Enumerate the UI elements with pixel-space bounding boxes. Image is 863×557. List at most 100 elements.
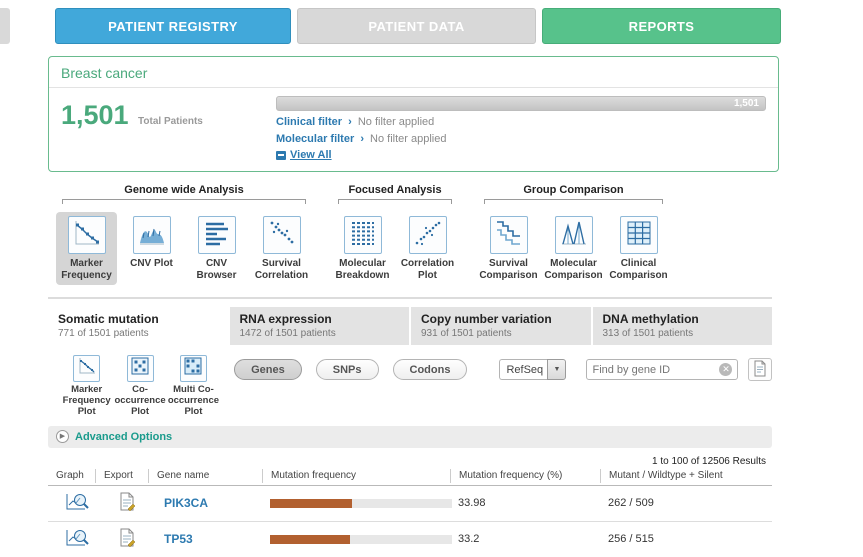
molecular-filter-value: No filter applied	[370, 133, 446, 145]
table-header-row: Graph Export Gene name Mutation frequenc…	[48, 467, 772, 486]
molecular-filter-link[interactable]: Molecular filter	[276, 133, 354, 145]
section-divider	[48, 297, 772, 299]
tool-multi-co-occurrence-plot[interactable]: Multi Co-occurrence Plot	[167, 355, 220, 418]
mini-tool-label: Multi Co-occurrence Plot	[167, 385, 220, 418]
tab-patient-data[interactable]: PATIENT DATA	[297, 8, 536, 44]
gene-link[interactable]: TP53	[148, 532, 262, 546]
column-gene-name: Gene name	[148, 469, 262, 483]
tool-label: CNV Browser	[187, 258, 246, 281]
group-group-comparison: Group Comparison Survival Comparison Mol…	[478, 184, 669, 285]
tab-patient-registry-label: PATIENT REGISTRY	[108, 19, 238, 34]
tab-reports-label: REPORTS	[629, 19, 695, 34]
row-graph-button[interactable]	[58, 528, 95, 551]
clinical-filter-link[interactable]: Clinical filter	[276, 116, 342, 128]
advanced-options-toggle[interactable]: ▶ Advanced Options	[48, 426, 772, 448]
data-tab-title: Somatic mutation	[58, 312, 218, 326]
group-bracket	[338, 199, 452, 204]
column-mutation-frequency: Mutation frequency	[262, 469, 450, 483]
row-export-button[interactable]	[105, 528, 148, 550]
cnv-browser-icon	[202, 218, 232, 253]
chevron-right-icon: ›	[348, 116, 352, 128]
tool-molecular-breakdown[interactable]: Molecular Breakdown	[332, 212, 393, 285]
tool-marker-frequency-plot[interactable]: Marker Frequency Plot	[60, 355, 113, 418]
mutant-wildtype-ratio: 262 / 509	[600, 497, 772, 509]
gene-link[interactable]: PIK3CA	[148, 496, 262, 510]
mutation-frequency-bar	[270, 499, 452, 508]
refseq-dropdown-value: RefSeq	[499, 359, 547, 380]
cnv-plot-icon	[137, 218, 167, 253]
tool-label: Clinical Comparison	[609, 258, 668, 281]
table-row: PIK3CA 33.98 262 / 509	[48, 486, 772, 522]
tool-clinical-comparison[interactable]: Clinical Comparison	[608, 212, 669, 285]
mutation-frequency-pct: 33.98	[450, 497, 600, 509]
group-label: Group Comparison	[478, 184, 669, 196]
tool-label: Survival Comparison	[479, 258, 538, 281]
gene-search-input[interactable]	[592, 364, 719, 376]
top-tab-bar: PATIENT REGISTRY PATIENT DATA REPORTS	[0, 0, 863, 46]
group-label: Focused Analysis	[332, 184, 458, 196]
tool-label: Survival Correlation	[252, 258, 311, 281]
chart-magnifier-icon	[65, 500, 89, 515]
tool-label: CNV Plot	[122, 258, 181, 270]
view-all-row: View All	[276, 149, 766, 161]
column-export: Export	[95, 469, 148, 483]
tool-cnv-plot[interactable]: CNV Plot	[121, 212, 182, 285]
total-patients-label: Total Patients	[138, 116, 203, 127]
tool-marker-frequency[interactable]: Marker Frequency	[56, 212, 117, 285]
window-icon	[276, 151, 286, 160]
mini-tool-label: Marker Frequency Plot	[60, 385, 113, 418]
mutant-wildtype-ratio: 256 / 515	[600, 533, 772, 545]
tool-co-occurrence-plot[interactable]: Co-occurrence Plot	[113, 355, 166, 418]
tool-survival-comparison[interactable]: Survival Comparison	[478, 212, 539, 285]
clear-search-icon[interactable]: ✕	[719, 363, 732, 376]
refseq-dropdown[interactable]: RefSeq ▼	[499, 359, 566, 380]
view-all-link[interactable]: View All	[290, 149, 332, 161]
group-label: Genome wide Analysis	[56, 184, 312, 196]
chart-magnifier-icon	[65, 536, 89, 551]
data-tab-title: Copy number variation	[421, 312, 581, 326]
advanced-options-label: Advanced Options	[75, 431, 172, 443]
molecular-breakdown-icon	[348, 218, 378, 253]
export-results-button[interactable]	[748, 358, 772, 381]
clinical-filter-row: Clinical filter › No filter applied	[276, 116, 766, 128]
survival-comparison-icon	[494, 218, 524, 253]
tab-dna-methylation[interactable]: DNA methylation 313 of 1501 patients	[593, 307, 773, 345]
mutation-frequency-bar	[270, 535, 452, 544]
data-tab-subtitle: 313 of 1501 patients	[603, 328, 763, 339]
chevron-down-icon[interactable]: ▼	[547, 359, 566, 380]
total-patients-count: 1,501	[61, 100, 129, 130]
row-graph-button[interactable]	[58, 492, 95, 515]
mutation-toolbar: Marker Frequency Plot Co-occurrence Plot…	[60, 355, 772, 418]
marker-frequency-icon	[72, 218, 102, 253]
tool-correlation-plot[interactable]: Correlation Plot	[397, 212, 458, 285]
data-tab-subtitle: 931 of 1501 patients	[421, 328, 581, 339]
column-graph: Graph	[48, 469, 95, 483]
tab-reports[interactable]: REPORTS	[542, 8, 781, 44]
row-export-button[interactable]	[105, 492, 148, 514]
tab-copy-number-variation[interactable]: Copy number variation 931 of 1501 patien…	[411, 307, 591, 345]
data-tab-title: DNA methylation	[603, 312, 763, 326]
analysis-toolbar: Genome wide Analysis Marker Frequency CN…	[56, 184, 863, 285]
document-export-icon	[118, 499, 136, 514]
codons-button[interactable]: Codons	[393, 359, 468, 380]
snps-button[interactable]: SNPs	[316, 359, 379, 380]
co-occurrence-plot-icon	[130, 356, 150, 381]
genes-button[interactable]: Genes	[234, 359, 302, 380]
document-export-icon	[118, 535, 136, 550]
total-patients-block: 1,501 Total Patients	[61, 96, 276, 161]
column-mutant-wildtype: Mutant / Wildtype + Silent	[600, 469, 772, 483]
data-tab-title: RNA expression	[240, 312, 400, 326]
tool-label: Molecular Comparison	[544, 258, 603, 281]
gene-search-box[interactable]: ✕	[586, 359, 738, 380]
results-pagination: 1 to 100 of 12506 Results	[48, 456, 766, 467]
tab-rna-expression[interactable]: RNA expression 1472 of 1501 patients	[230, 307, 410, 345]
document-export-icon	[752, 360, 768, 380]
clinical-comparison-icon	[624, 218, 654, 253]
patient-count-bar-value: 1,501	[734, 98, 765, 109]
tool-survival-correlation[interactable]: Survival Correlation	[251, 212, 312, 285]
tab-patient-registry[interactable]: PATIENT REGISTRY	[55, 8, 291, 44]
tool-cnv-browser[interactable]: CNV Browser	[186, 212, 247, 285]
group-focused-analysis: Focused Analysis Molecular Breakdown Cor…	[332, 184, 458, 285]
tab-somatic-mutation[interactable]: Somatic mutation 771 of 1501 patients	[48, 307, 228, 345]
tool-molecular-comparison[interactable]: Molecular Comparison	[543, 212, 604, 285]
